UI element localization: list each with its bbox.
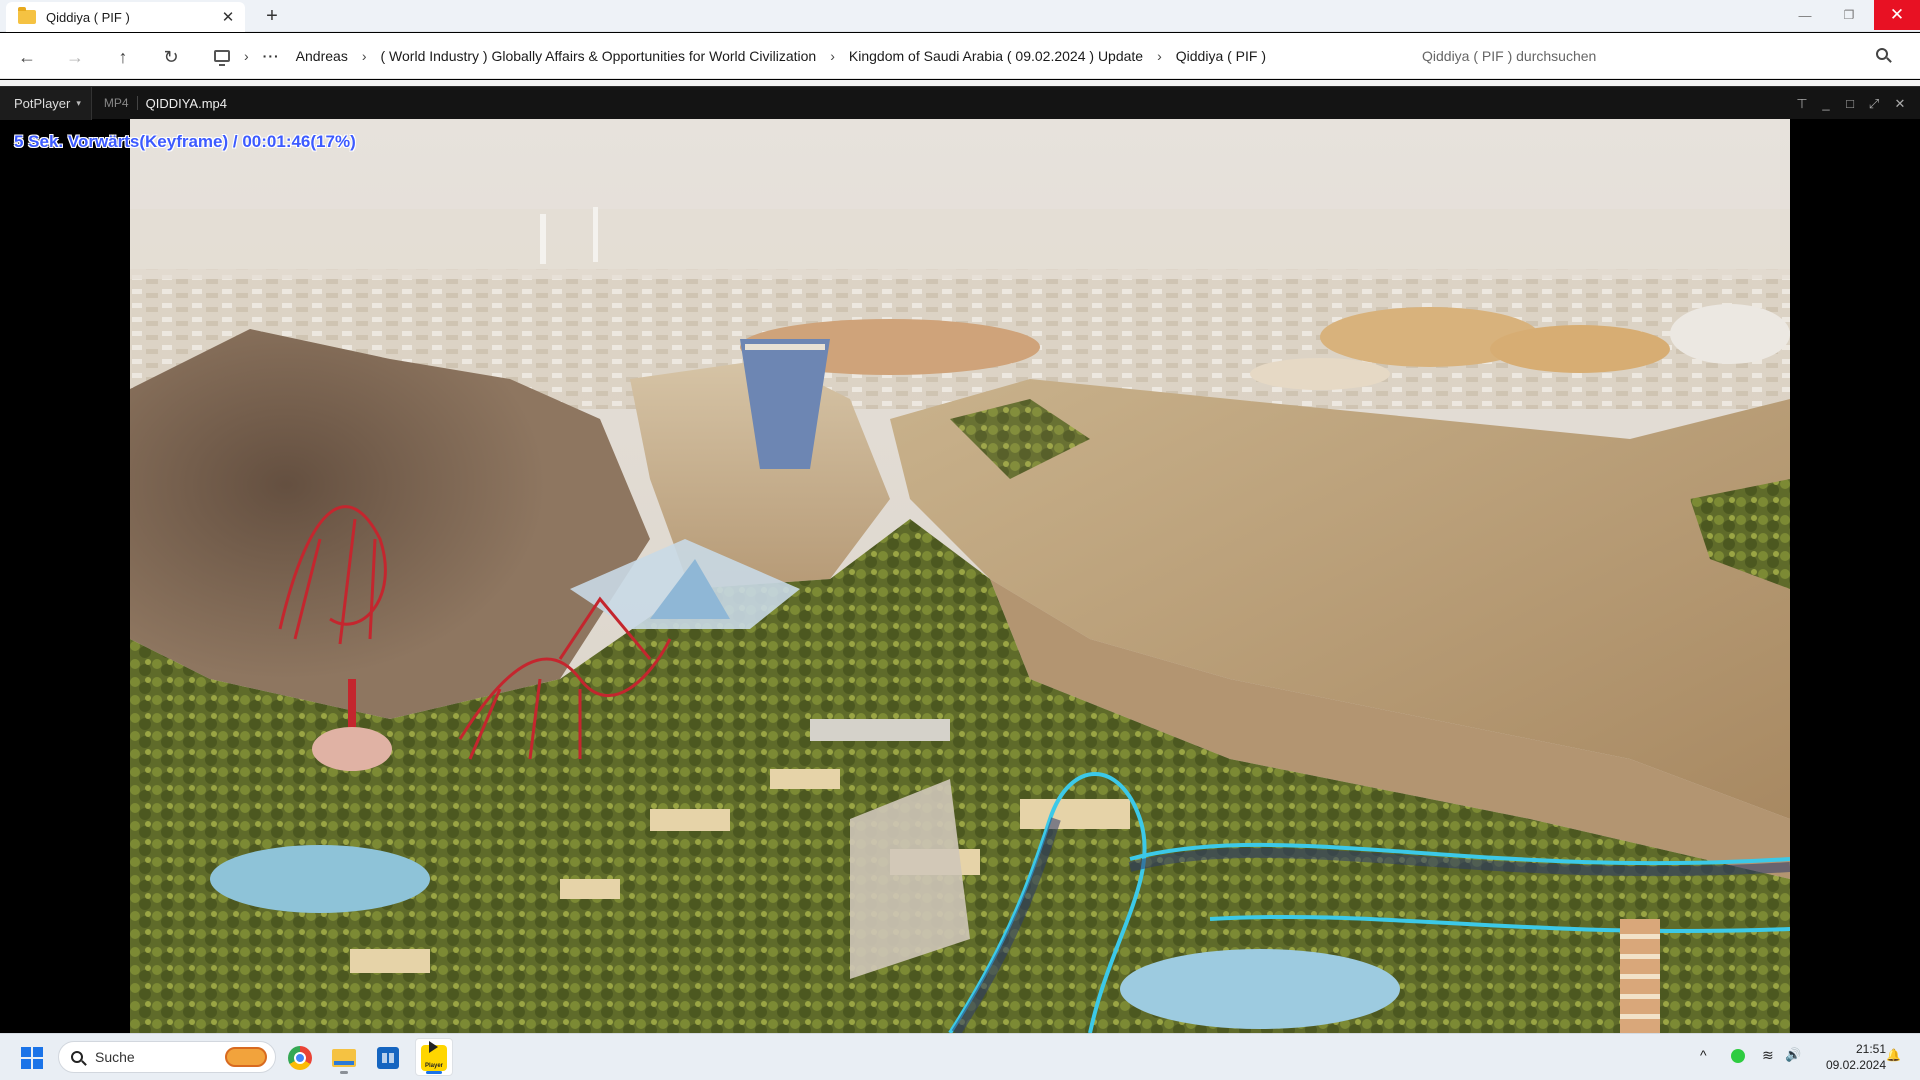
potplayer-titlebar: PotPlayer ▾ MP4 QIDDIYA.mp4 ⊤ _ □ ⤢ ✕: [0, 86, 1920, 120]
folder-icon: [18, 7, 36, 24]
potplayer-menu-button[interactable]: PotPlayer ▾: [0, 86, 92, 120]
taskbar-search-label: Suche: [95, 1049, 135, 1065]
windows-logo-icon: [21, 1047, 43, 1069]
breadcrumb-item-andreas[interactable]: Andreas: [296, 48, 348, 64]
chrome-icon: [288, 1046, 312, 1070]
active-indicator: [426, 1071, 442, 1074]
potplayer-icon: Player: [421, 1041, 447, 1071]
notification-bell-icon[interactable]: 🔔: [1886, 1048, 1901, 1062]
breadcrumb-more-button[interactable]: ···: [263, 48, 280, 64]
breadcrumb-chevron[interactable]: ›: [830, 48, 835, 64]
video-frame-image: [130, 119, 1790, 1033]
up-button[interactable]: ↑: [108, 42, 138, 72]
address-bar[interactable]: › ··· Andreas › ( World Industry ) Globa…: [202, 40, 1400, 72]
breadcrumb-item-world-industry[interactable]: ( World Industry ) Globally Affairs & Op…: [381, 48, 817, 64]
file-explorer-icon: [332, 1049, 356, 1067]
new-tab-button[interactable]: +: [258, 2, 286, 30]
taskbar-store[interactable]: [372, 1042, 404, 1074]
potplayer-window: PotPlayer ▾ MP4 QIDDIYA.mp4 ⊤ _ □ ⤢ ✕ 5 …: [0, 86, 1920, 1033]
chevron-down-icon: ▾: [76, 97, 81, 108]
clock-time: 21:51: [1855, 1042, 1886, 1056]
microsoft-store-icon: [377, 1047, 399, 1069]
player-minimize-button[interactable]: _: [1814, 87, 1838, 120]
taskbar: Suche Player ^ ≋ 🔊 21:51 09.02.2024 🔔: [0, 1033, 1920, 1080]
tab-title: Qiddiya ( PIF ): [46, 9, 130, 25]
potplayer-menu-label: PotPlayer: [14, 95, 71, 111]
player-fullscreen-button[interactable]: ⤢: [1862, 87, 1886, 120]
close-window-button[interactable]: ✕: [1874, 0, 1920, 30]
search-icon[interactable]: [1876, 48, 1888, 60]
taskbar-search-box[interactable]: Suche: [58, 1041, 276, 1073]
player-close-button[interactable]: ✕: [1888, 87, 1912, 120]
osd-seek-message: 5 Sek. Vorwärts(Keyframe) / 00:01:46(17%…: [14, 132, 356, 151]
back-button[interactable]: ←: [12, 42, 42, 72]
media-format-label: MP4: [92, 96, 138, 110]
player-maximize-button[interactable]: □: [1838, 87, 1862, 120]
running-indicator: [340, 1071, 348, 1074]
folder-search-input[interactable]: Qiddiya ( PIF ) durchsuchen: [1410, 40, 1900, 72]
forward-button[interactable]: →: [60, 42, 90, 72]
search-icon: [71, 1051, 83, 1063]
clock[interactable]: 21:51 09.02.2024: [1810, 1041, 1886, 1073]
video-frame[interactable]: [130, 119, 1790, 1033]
minimize-button[interactable]: —: [1782, 0, 1828, 30]
breadcrumb-chevron[interactable]: ›: [1157, 48, 1162, 64]
breadcrumb-chevron[interactable]: ›: [362, 48, 367, 64]
taskbar-potplayer[interactable]: Player: [418, 1041, 450, 1074]
explorer-tab[interactable]: Qiddiya ( PIF ) ✕: [6, 2, 245, 32]
volume-icon[interactable]: 🔊: [1785, 1047, 1801, 1063]
wifi-icon[interactable]: ≋: [1762, 1047, 1774, 1064]
clock-date: 09.02.2024: [1825, 1058, 1886, 1072]
security-shield-icon[interactable]: [1731, 1049, 1745, 1063]
breadcrumb-item-saudi-arabia[interactable]: Kingdom of Saudi Arabia ( 09.02.2024 ) U…: [849, 48, 1143, 64]
explorer-titlebar: Qiddiya ( PIF ) ✕ + — ❐ ✕: [0, 0, 1920, 32]
start-button[interactable]: [16, 1042, 48, 1074]
restore-button[interactable]: ❐: [1826, 0, 1872, 30]
taskbar-chrome[interactable]: [284, 1042, 316, 1074]
tray-overflow-chevron-icon[interactable]: ^: [1700, 1047, 1707, 1063]
search-placeholder: Qiddiya ( PIF ) durchsuchen: [1422, 48, 1597, 64]
media-filename: QIDDIYA.mp4: [145, 95, 227, 111]
taskbar-file-explorer[interactable]: [328, 1042, 360, 1074]
breadcrumb-item-qiddiya[interactable]: Qiddiya ( PIF ): [1176, 48, 1266, 64]
close-tab-icon[interactable]: ✕: [215, 4, 241, 30]
this-pc-icon[interactable]: [214, 50, 230, 66]
search-highlight-pizza-icon: [225, 1047, 267, 1067]
breadcrumb-chevron[interactable]: ›: [244, 48, 249, 64]
explorer-navbar: ← → ↑ ↻ › ··· Andreas › ( World Industry…: [0, 33, 1920, 79]
refresh-button[interactable]: ↻: [156, 42, 186, 72]
pin-icon[interactable]: ⊤: [1790, 87, 1814, 120]
